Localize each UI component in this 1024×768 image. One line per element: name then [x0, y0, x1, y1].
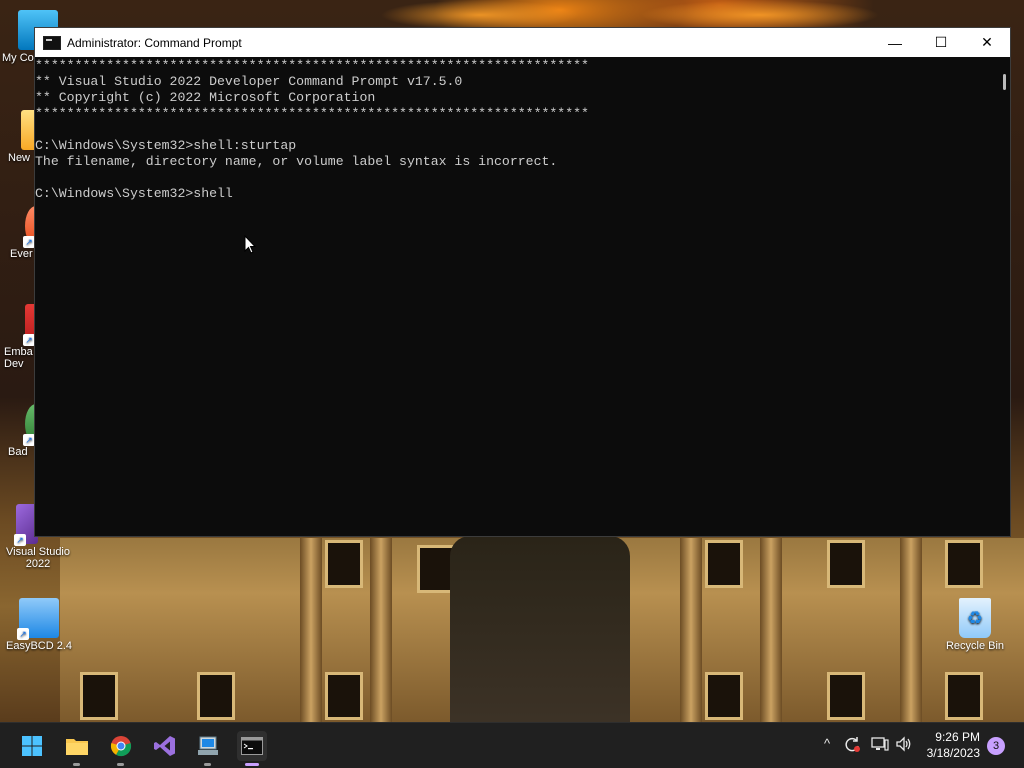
console-line: ** Visual Studio 2022 Developer Command …	[35, 74, 463, 89]
console-line: The filename, directory name, or volume …	[35, 154, 558, 169]
active-indicator	[245, 763, 259, 766]
easybcd-icon	[198, 736, 218, 755]
desktop-icon-label: Recycle Bin	[945, 640, 1005, 652]
command-prompt-window[interactable]: Administrator: Command Prompt — ☐ ✕ ****…	[34, 27, 1011, 537]
wallpaper-window	[827, 672, 865, 720]
folder-icon	[66, 739, 88, 755]
console-line: ****************************************…	[35, 58, 589, 73]
running-indicator	[73, 763, 80, 766]
wallpaper-window	[827, 540, 865, 588]
terminal-icon	[241, 737, 263, 755]
desktop-icon-recycle-bin[interactable]: ♻ Recycle Bin	[939, 598, 1011, 652]
wallpaper-figure	[450, 536, 630, 722]
wallpaper-column	[370, 538, 392, 722]
visual-studio-icon	[154, 736, 175, 756]
start-button[interactable]	[17, 731, 47, 761]
wallpaper-window	[945, 540, 983, 588]
console-input-line[interactable]: C:\Windows\System32>shell	[35, 186, 1010, 202]
maximize-button[interactable]: ☐	[918, 28, 964, 57]
wallpaper-window	[325, 540, 363, 588]
desktop-icon-easybcd[interactable]: ↗ EasyBCD 2.4	[3, 598, 75, 652]
wallpaper-column	[680, 538, 702, 722]
minimize-icon: —	[888, 34, 902, 51]
window-title: Administrator: Command Prompt	[67, 35, 242, 50]
running-indicator	[117, 763, 124, 766]
title-bar[interactable]: Administrator: Command Prompt — ☐ ✕	[35, 28, 1010, 57]
easybcd-icon: ↗	[17, 598, 59, 640]
close-icon: ✕	[981, 34, 993, 50]
recycle-bin-icon: ♻	[959, 598, 991, 638]
wallpaper-column	[760, 538, 782, 722]
close-button[interactable]: ✕	[964, 28, 1010, 57]
volume-icon[interactable]	[895, 736, 913, 756]
console-line: ** Copyright (c) 2022 Microsoft Corporat…	[35, 90, 376, 105]
taskbar-chrome[interactable]	[106, 731, 136, 766]
clock-time: 9:26 PM	[935, 730, 980, 744]
network-icon[interactable]	[871, 736, 889, 756]
clock-date: 3/18/2023	[926, 746, 980, 760]
desktop-icon-label: Visual Studio 2022	[5, 546, 70, 570]
wallpaper-fire	[640, 0, 880, 30]
chrome-icon	[110, 736, 132, 757]
taskbar-file-explorer[interactable]	[62, 731, 92, 766]
wallpaper-column	[300, 538, 322, 722]
taskbar-command-prompt[interactable]	[237, 731, 267, 766]
console-output[interactable]: ****************************************…	[35, 57, 1010, 536]
wallpaper-fire	[380, 0, 580, 30]
notification-badge[interactable]: 3	[987, 737, 1005, 755]
shortcut-arrow-icon: ↗	[14, 534, 26, 546]
console-line: ****************************************…	[35, 106, 589, 121]
command-prompt-icon	[43, 35, 61, 50]
console-scrollbar[interactable]	[1003, 74, 1006, 90]
mouse-cursor-icon	[244, 235, 256, 254]
window-controls: — ☐ ✕	[872, 28, 1010, 57]
wallpaper-window	[945, 672, 983, 720]
clock[interactable]: 9:26 PM 3/18/2023	[927, 729, 980, 761]
wallpaper-window	[705, 672, 743, 720]
show-hidden-icons-chevron-icon[interactable]: ^	[818, 736, 836, 756]
console-line: C:\Windows\System32>shell:sturtap	[35, 138, 297, 153]
windows-start-icon	[22, 736, 42, 756]
shortcut-arrow-icon: ↗	[17, 628, 29, 640]
wallpaper-window	[80, 672, 118, 720]
taskbar-visual-studio[interactable]	[150, 731, 180, 761]
taskbar: ^ 9:26 PM 3/18/2023 3	[0, 722, 1024, 768]
wallpaper-column	[900, 538, 922, 722]
wallpaper-window	[197, 672, 235, 720]
running-indicator	[204, 763, 211, 766]
wallpaper-window	[325, 672, 363, 720]
maximize-icon: ☐	[934, 34, 948, 50]
sync-icon[interactable]	[843, 736, 861, 756]
desktop-icon-label: EasyBCD 2.4	[5, 640, 73, 652]
taskbar-easybcd[interactable]	[193, 731, 223, 766]
minimize-button[interactable]: —	[872, 28, 918, 57]
wallpaper-window	[705, 540, 743, 588]
